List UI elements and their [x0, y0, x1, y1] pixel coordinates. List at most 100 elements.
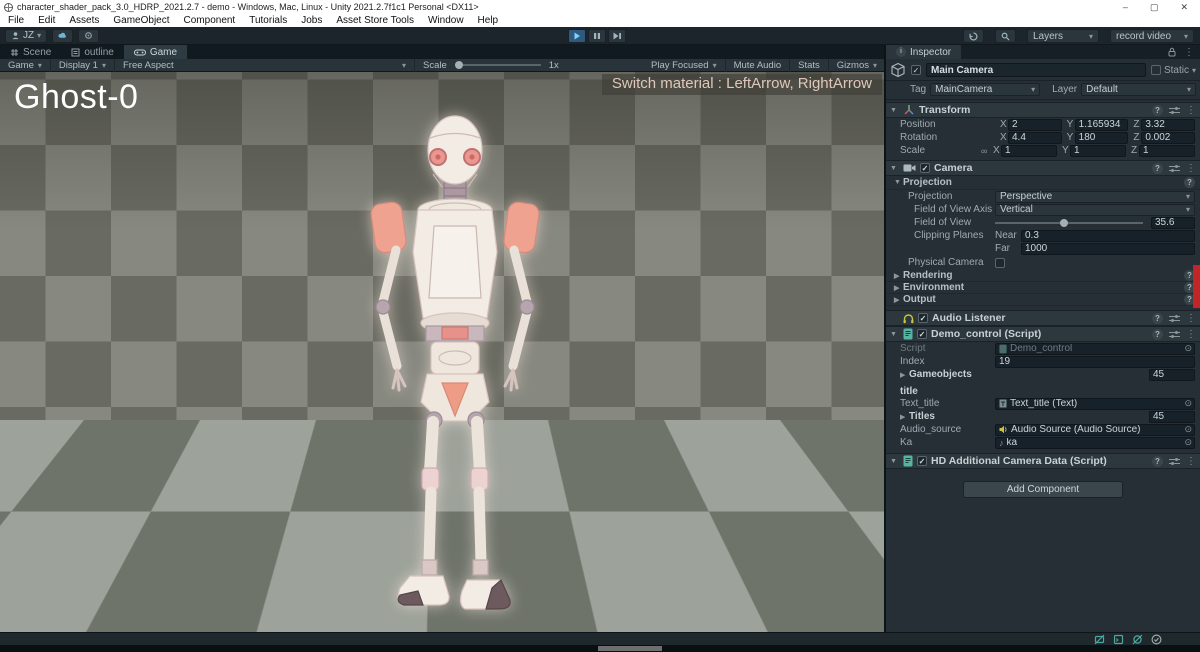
menu-window[interactable]: Window	[428, 15, 464, 26]
transform-header[interactable]: ▼ Transform ? ⋮	[886, 102, 1200, 118]
lock-icon[interactable]	[1168, 47, 1176, 57]
scale-x-field[interactable]: 1	[1001, 144, 1057, 157]
tab-outline[interactable]: outline	[61, 45, 123, 59]
fov-slider-knob[interactable]	[1060, 218, 1069, 227]
game-viewport[interactable]: Ghost-0 Switch material : LeftArrow, Rig…	[0, 72, 885, 632]
progress-check-icon[interactable]	[1151, 634, 1162, 645]
hd-camera-data-checkbox[interactable]: ✓	[917, 456, 927, 466]
foldout-icon[interactable]: ▼	[890, 331, 899, 338]
help-icon[interactable]: ?	[1152, 104, 1163, 116]
account-dropdown[interactable]: JZ ▾	[5, 28, 48, 43]
foldout-icon[interactable]: ▶	[900, 371, 909, 379]
menu-help[interactable]: Help	[478, 15, 499, 26]
foldout-icon[interactable]: ▼	[890, 107, 899, 114]
pause-button[interactable]	[588, 29, 606, 43]
help-icon[interactable]: ?	[1152, 162, 1163, 174]
kebab-menu-icon[interactable]: ⋮	[1186, 456, 1196, 467]
menu-assets[interactable]: Assets	[69, 15, 99, 26]
undo-history-button[interactable]	[963, 29, 984, 43]
gameobjects-count-field[interactable]: 45	[1149, 368, 1195, 381]
menu-gameobject[interactable]: GameObject	[113, 15, 169, 26]
rotation-z-field[interactable]: 0.002	[1141, 131, 1196, 144]
camera-enabled-checkbox[interactable]: ✓	[920, 163, 930, 173]
active-checkbox[interactable]: ✓	[911, 65, 921, 75]
tab-scene[interactable]: Scene	[0, 45, 61, 59]
hd-camera-data-header[interactable]: ▼ ✓ HD Additional Camera Data (Script) ?…	[886, 453, 1200, 469]
menu-jobs[interactable]: Jobs	[301, 15, 322, 26]
output-foldout[interactable]: ▶ Output ?	[886, 294, 1200, 306]
kebab-menu-icon[interactable]: ⋮	[1186, 313, 1196, 324]
help-icon[interactable]: ?	[1152, 312, 1163, 324]
foldout-icon[interactable]: ▼	[890, 165, 899, 172]
static-dropdown[interactable]: Static ▾	[1150, 65, 1196, 76]
scale-slider-knob[interactable]	[454, 61, 463, 69]
minimize-button[interactable]: –	[1123, 2, 1128, 13]
preset-icon[interactable]	[1169, 106, 1180, 115]
preset-icon[interactable]	[1169, 314, 1180, 323]
foldout-icon[interactable]: ▶	[900, 413, 909, 421]
object-picker-icon[interactable]: ⊙	[1184, 425, 1192, 435]
add-component-button[interactable]: Add Component	[963, 481, 1123, 498]
scale-y-field[interactable]: 1	[1070, 144, 1126, 157]
projection-dropdown[interactable]: Perspective ▾	[995, 190, 1195, 203]
fov-slider[interactable]	[995, 218, 1143, 227]
object-picker-icon[interactable]: ⊙	[1184, 344, 1192, 354]
rotation-y-field[interactable]: 180	[1074, 131, 1129, 144]
far-field[interactable]: 1000	[1021, 242, 1195, 255]
play-button[interactable]	[568, 29, 586, 43]
next-material-arrow[interactable]: ›	[866, 585, 875, 616]
aspect-dropdown[interactable]: Free Aspect ▾	[115, 58, 415, 72]
menu-tutorials[interactable]: Tutorials	[249, 15, 287, 26]
ka-field[interactable]: ♪ ka ⊙	[995, 436, 1195, 449]
scale-link-icon[interactable]: ∞	[981, 146, 993, 156]
menu-edit[interactable]: Edit	[38, 15, 55, 26]
scrollbar-thumb[interactable]	[598, 646, 662, 651]
position-y-field[interactable]: 1.165934	[1074, 118, 1129, 131]
scale-slider[interactable]	[454, 61, 541, 69]
tab-inspector[interactable]: i Inspector	[886, 45, 962, 59]
preset-icon[interactable]	[1169, 164, 1180, 173]
close-button[interactable]: ✕	[1180, 2, 1188, 13]
environment-foldout[interactable]: ▶ Environment ?	[886, 282, 1200, 294]
prev-material-arrow[interactable]: ‹	[850, 585, 859, 616]
gameobject-name-field[interactable]: Main Camera	[926, 63, 1146, 77]
projection-foldout[interactable]: ▼ Projection ?	[886, 176, 1200, 190]
fov-field[interactable]: 35.6	[1151, 216, 1195, 229]
position-x-field[interactable]: 2	[1008, 118, 1062, 131]
object-picker-icon[interactable]: ⊙	[1184, 438, 1192, 448]
layer-dropdown[interactable]: Default ▾	[1081, 83, 1196, 96]
object-picker-icon[interactable]: ⊙	[1184, 399, 1192, 409]
demo-control-checkbox[interactable]: ✓	[917, 329, 927, 339]
help-icon[interactable]: ?	[1152, 328, 1163, 340]
preset-icon[interactable]	[1169, 457, 1180, 466]
kebab-menu-icon[interactable]: ⋮	[1186, 105, 1196, 116]
preset-icon[interactable]	[1169, 330, 1180, 339]
audio-source-field[interactable]: Audio Source (Audio Source) ⊙	[995, 423, 1195, 436]
help-icon[interactable]: ?	[1152, 455, 1163, 467]
index-field[interactable]: 19	[995, 355, 1195, 368]
record-video-dropdown[interactable]: record video ▾	[1110, 29, 1194, 43]
cloud-button[interactable]	[52, 28, 74, 43]
rotation-x-field[interactable]: 4.4	[1008, 131, 1062, 144]
near-field[interactable]: 0.3	[1021, 229, 1195, 242]
tab-game[interactable]: Game	[123, 45, 188, 59]
status-notify-icon[interactable]	[1132, 634, 1143, 645]
game-mode-dropdown[interactable]: Game ▾	[0, 58, 51, 72]
stats-toggle[interactable]: Stats	[790, 58, 829, 72]
services-button[interactable]	[78, 28, 100, 43]
play-focused-dropdown[interactable]: Play Focused ▾	[643, 58, 726, 72]
camera-header[interactable]: ▼ ✓ Camera ? ⋮	[886, 160, 1200, 176]
search-button[interactable]	[995, 29, 1016, 43]
help-icon[interactable]: ?	[1184, 177, 1195, 188]
scale-z-field[interactable]: 1	[1139, 144, 1195, 157]
status-mute-icon[interactable]	[1094, 634, 1105, 645]
restore-button[interactable]: ▢	[1150, 2, 1159, 13]
physical-camera-checkbox[interactable]	[995, 257, 1005, 268]
kebab-menu-icon[interactable]: ⋮	[1186, 329, 1196, 340]
gizmos-dropdown[interactable]: Gizmos ▾	[829, 59, 885, 72]
step-button[interactable]	[608, 29, 626, 43]
rendering-foldout[interactable]: ▶ Rendering ?	[886, 270, 1200, 282]
position-z-field[interactable]: 3.32	[1141, 118, 1196, 131]
foldout-icon[interactable]: ▼	[890, 458, 899, 465]
audio-listener-checkbox[interactable]: ✓	[918, 313, 928, 323]
